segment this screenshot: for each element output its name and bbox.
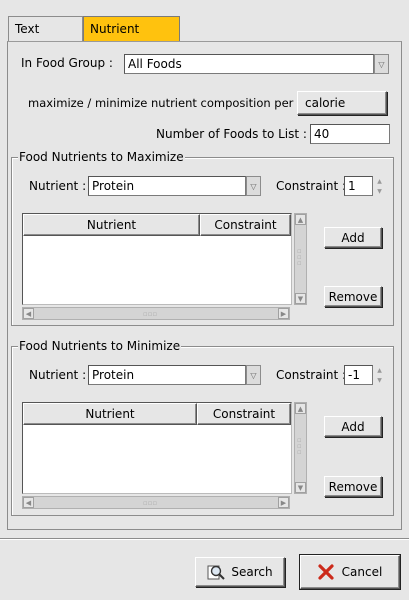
scroll-left-icon[interactable]: ◀ [23, 497, 34, 508]
min-nutrients-table[interactable]: Nutrient Constraint [22, 402, 292, 494]
min-add-button[interactable]: Add [324, 416, 382, 437]
chevron-down-icon: ▽ [378, 59, 385, 69]
max-table-vscrollbar[interactable]: ▲ ▫ ▫ ▫ ▼ [294, 213, 307, 305]
scroll-up-icon[interactable]: ▲ [295, 214, 306, 225]
tab-text-search[interactable]: Text search [8, 16, 83, 60]
min-nutrient-label: Nutrient : [29, 368, 87, 382]
footer-separator [0, 538, 409, 540]
chevron-down-icon: ▽ [250, 370, 257, 380]
cancel-button-label: Cancel [341, 565, 383, 579]
food-group-label: In Food Group : [21, 56, 113, 70]
min-table-hscrollbar[interactable]: ◀ ▫▫▫ ▶ [22, 496, 290, 509]
max-nutrient-select[interactable]: Protein [88, 176, 246, 196]
arrow-down-icon[interactable]: ▼ [373, 186, 386, 196]
min-constraint-input[interactable]: -1 [344, 365, 373, 385]
min-remove-button[interactable]: Remove [324, 476, 382, 497]
scroll-down-icon[interactable]: ▼ [295, 293, 306, 304]
cancel-button[interactable]: Cancel [300, 555, 400, 589]
magnifier-icon [207, 565, 226, 580]
max-col-nutrient[interactable]: Nutrient [23, 214, 200, 236]
minimize-group-title: Food Nutrients to Minimize [18, 338, 182, 354]
min-constraint-label: Constraint : [276, 368, 347, 382]
min-col-nutrient[interactable]: Nutrient [23, 403, 197, 425]
arrow-down-icon[interactable]: ▼ [373, 375, 386, 385]
scroll-right-icon[interactable]: ▶ [278, 497, 289, 508]
food-group-select[interactable]: All Foods [124, 54, 374, 74]
max-constraint-stepper[interactable]: ▲ ▼ [373, 176, 386, 196]
scroll-left-icon[interactable]: ◀ [23, 308, 34, 319]
search-button-label: Search [231, 565, 273, 579]
min-table-vscrollbar[interactable]: ▲ ▫ ▫ ▫ ▼ [294, 402, 307, 494]
per-unit-button[interactable]: calorie [297, 91, 387, 115]
max-add-button[interactable]: Add [324, 227, 382, 248]
max-constraint-input[interactable]: 1 [344, 176, 373, 196]
arrow-up-icon[interactable]: ▲ [373, 176, 386, 186]
food-group-dropdown-button[interactable]: ▽ [374, 54, 389, 74]
min-col-constraint[interactable]: Constraint [197, 403, 291, 425]
count-label: Number of Foods to List : [156, 127, 307, 141]
max-nutrients-table[interactable]: Nutrient Constraint [22, 213, 292, 305]
scroll-grip: ▫▫▫ [143, 499, 158, 507]
arrow-up-icon[interactable]: ▲ [373, 365, 386, 375]
maximize-group-title: Food Nutrients to Maximize [18, 149, 185, 165]
max-constraint-label: Constraint : [276, 179, 347, 193]
scroll-up-icon[interactable]: ▲ [295, 403, 306, 414]
scroll-grip: ▫▫▫ [297, 247, 302, 267]
red-x-icon [318, 564, 334, 580]
scroll-down-icon[interactable]: ▼ [295, 482, 306, 493]
chevron-down-icon: ▽ [250, 181, 257, 191]
tab-nutrient-search[interactable]: Nutrient Search [83, 16, 180, 60]
max-table-hscrollbar[interactable]: ◀ ▫▫▫ ▶ [22, 307, 290, 320]
search-button[interactable]: Search [195, 557, 285, 587]
per-label: maximize / minimize nutrient composition… [28, 96, 301, 110]
max-col-constraint[interactable]: Constraint [200, 214, 291, 236]
count-input[interactable]: 40 [310, 124, 390, 144]
max-nutrient-label: Nutrient : [29, 179, 87, 193]
scroll-right-icon[interactable]: ▶ [278, 308, 289, 319]
max-remove-button[interactable]: Remove [324, 286, 382, 307]
max-nutrient-dropdown-button[interactable]: ▽ [246, 176, 261, 196]
min-nutrient-select[interactable]: Protein [88, 365, 246, 385]
scroll-grip: ▫▫▫ [297, 436, 302, 456]
min-nutrient-dropdown-button[interactable]: ▽ [246, 365, 261, 385]
scroll-grip: ▫▫▫ [143, 310, 158, 318]
min-constraint-stepper[interactable]: ▲ ▼ [373, 365, 386, 385]
